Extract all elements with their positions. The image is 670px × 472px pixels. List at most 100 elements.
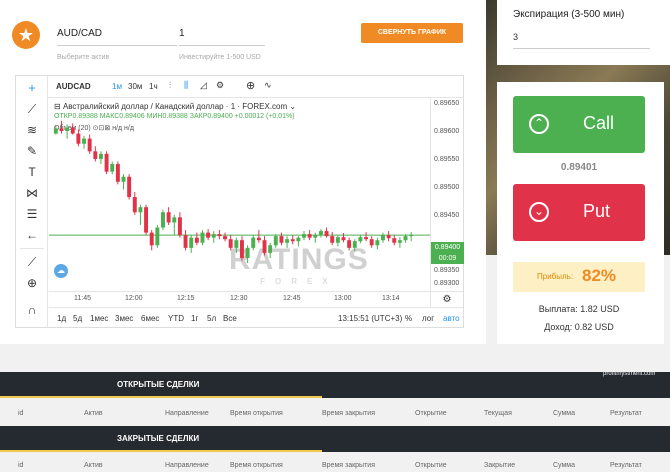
- interval-1m[interactable]: 1м: [112, 82, 122, 91]
- chart-settings-gear-icon[interactable]: ⚙: [430, 291, 463, 307]
- candle: [262, 236, 267, 256]
- interval-1h[interactable]: 1ч: [149, 82, 158, 91]
- candle: [397, 237, 402, 248]
- time-tick: 13:14: [382, 295, 400, 302]
- candle: [251, 235, 256, 251]
- range-5y[interactable]: 5л: [207, 314, 216, 323]
- range-1d[interactable]: 1д: [57, 314, 66, 323]
- col-close-price: Закрытие: [484, 462, 516, 469]
- range-1y[interactable]: 1г: [191, 314, 198, 323]
- range-6m[interactable]: 6мес: [141, 314, 159, 323]
- asset-select[interactable]: AUD/CAD: [57, 28, 177, 46]
- candle: [245, 245, 250, 264]
- candle: [149, 230, 154, 251]
- time-tick: 12:15: [177, 295, 195, 302]
- compare-icon[interactable]: ∿: [264, 80, 272, 91]
- chart-top-toolbar: AUDCAD 1м 30м 1ч ⫶ ⫼ ◿ ⚙ ⊕ ∿: [48, 76, 463, 98]
- range-1m[interactable]: 1мес: [90, 314, 108, 323]
- col-result: Результат: [610, 462, 642, 469]
- candle: [189, 235, 194, 253]
- candle: [177, 212, 182, 238]
- candle-body: [183, 235, 188, 248]
- favorite-star-icon[interactable]: ★: [12, 21, 40, 49]
- price-tick: 0.89300: [434, 280, 460, 287]
- cloud-icon[interactable]: ☁: [54, 264, 68, 278]
- auto-toggle[interactable]: авто: [443, 314, 460, 323]
- candle: [82, 136, 86, 149]
- symbol-label[interactable]: AUDCAD: [56, 82, 91, 91]
- plot-area[interactable]: ⊟ Австралийский доллар / Канадский долла…: [49, 98, 430, 291]
- magnet-icon[interactable]: ∩: [22, 302, 42, 318]
- log-toggle[interactable]: лог: [422, 314, 434, 323]
- percent-toggle[interactable]: %: [405, 314, 412, 323]
- candle-body: [65, 127, 70, 132]
- candle: [313, 232, 318, 243]
- candle-body: [149, 232, 154, 246]
- candle: [70, 123, 75, 135]
- candle-body: [98, 153, 103, 159]
- add-indicator-icon[interactable]: ⊕: [246, 79, 255, 92]
- fib-tool-icon[interactable]: ≋: [22, 122, 42, 138]
- range-5d[interactable]: 5д: [73, 314, 82, 323]
- col-asset: Актив: [84, 410, 103, 417]
- toolbar-divider: [20, 248, 44, 249]
- brush-icon[interactable]: ✎: [22, 143, 42, 159]
- price-tick: 0.89650: [434, 100, 460, 107]
- price-tick: 0.89500: [434, 184, 460, 191]
- settings-icon[interactable]: ⚙: [216, 80, 224, 91]
- candle: [161, 209, 165, 231]
- range-3m[interactable]: 3мес: [115, 314, 133, 323]
- bar-style-icon[interactable]: ⫶: [169, 80, 171, 91]
- expiration-input[interactable]: 3: [513, 32, 650, 49]
- time-axis[interactable]: 11:45 12:00 12:15 12:30 12:45 13:00 13:1…: [49, 291, 430, 307]
- candle: [296, 236, 301, 247]
- interval-30m[interactable]: 30м: [128, 82, 142, 91]
- candle: [392, 235, 397, 246]
- candle: [211, 231, 216, 243]
- candle-body: [279, 236, 284, 243]
- candle-body: [251, 237, 256, 248]
- text-tool-icon[interactable]: T: [22, 164, 42, 180]
- price-tick: 0.89350: [434, 267, 460, 274]
- price-axis[interactable]: 0.89650 0.89600 0.89550 0.89500 0.89450 …: [430, 98, 464, 291]
- col-close-time: Время закрытия: [322, 410, 375, 417]
- ruler-icon[interactable]: ⟋: [22, 254, 42, 270]
- put-button[interactable]: ⌄ Put: [513, 184, 645, 241]
- chart-widget: + ⟋ ≋ ✎ T ⋈ ☰ ← ⟋ ⊕ ∩ AUDCAD 1м 30м 1ч ⫶…: [15, 75, 464, 328]
- candlestick-series: [49, 120, 430, 264]
- candle-body: [369, 239, 374, 246]
- range-all[interactable]: Все: [223, 314, 237, 323]
- arrow-left-icon[interactable]: ←: [22, 227, 42, 243]
- pattern-tool-icon[interactable]: ⋈: [22, 185, 42, 201]
- order-panel: Экспирация (3-500 мин) 3 ⌃ Call 0.89401 …: [497, 0, 670, 344]
- candle-body: [211, 234, 216, 238]
- area-style-icon[interactable]: ◿: [200, 80, 207, 91]
- candle-body: [138, 207, 143, 213]
- candle: [104, 151, 109, 175]
- time-tick: 12:30: [230, 295, 248, 302]
- candle: [183, 230, 188, 251]
- trend-line-icon[interactable]: ⟋: [22, 101, 42, 117]
- candle: [279, 232, 284, 246]
- income-text: Доход: 0.82 USD: [544, 322, 614, 332]
- amount-input[interactable]: 1: [179, 28, 265, 46]
- collapse-chart-button[interactable]: СВЕРНУТЬ ГРАФИК: [361, 23, 463, 43]
- candle-body: [189, 237, 194, 248]
- col-open-time: Время открытия: [230, 462, 283, 469]
- candle: [121, 174, 126, 190]
- candle-body: [239, 240, 244, 258]
- call-button[interactable]: ⌃ Call: [513, 96, 645, 153]
- col-amount: Сумма: [553, 462, 575, 469]
- candle: [53, 125, 58, 135]
- candle-body: [53, 128, 58, 134]
- col-asset: Актив: [84, 462, 103, 469]
- candle: [127, 174, 132, 200]
- candle-body: [144, 207, 149, 233]
- zoom-in-icon[interactable]: ⊕: [22, 275, 42, 291]
- candle-body: [200, 232, 205, 243]
- candle-style-icon[interactable]: ⫼: [184, 80, 188, 91]
- measure-icon[interactable]: ☰: [22, 206, 42, 222]
- time-tick: 11:45: [74, 295, 91, 302]
- crosshair-icon[interactable]: +: [22, 80, 42, 96]
- range-ytd[interactable]: YTD: [168, 314, 184, 323]
